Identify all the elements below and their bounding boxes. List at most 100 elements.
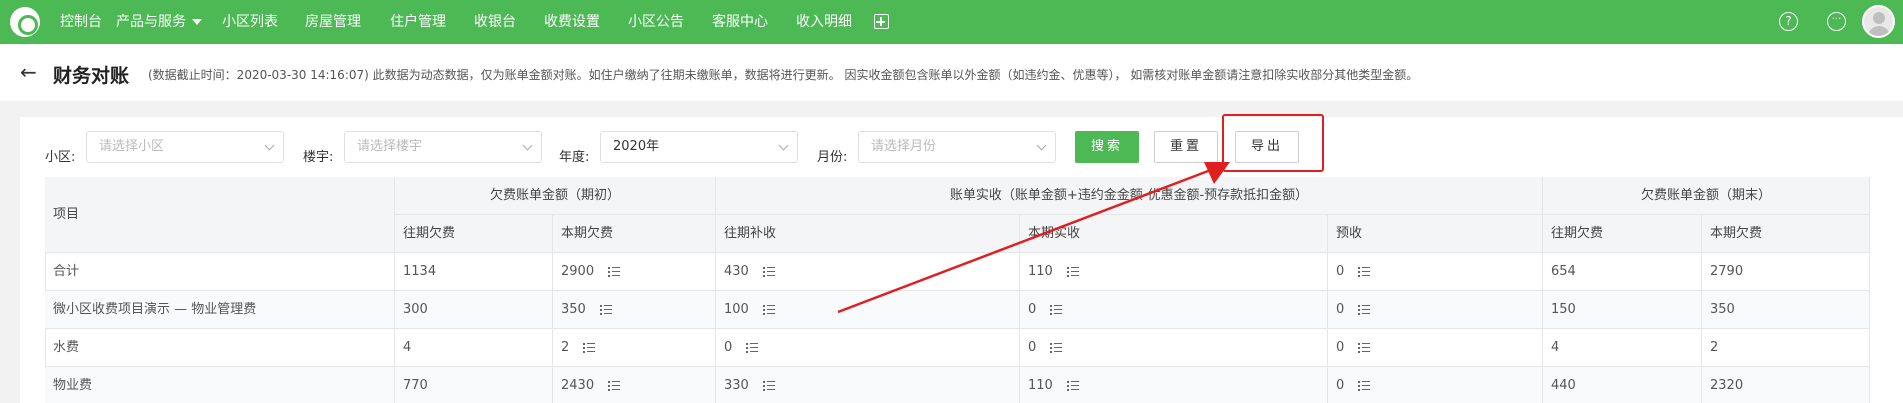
table-cell-value: 300 bbox=[403, 302, 428, 317]
list-dot bbox=[1358, 346, 1361, 349]
table-cell-value: 100 bbox=[724, 302, 749, 317]
table-cell: 440 bbox=[1543, 367, 1702, 403]
detail-list-icon[interactable] bbox=[1050, 304, 1063, 315]
table-cell: 4 bbox=[395, 329, 553, 367]
table-cell-value: 2900 bbox=[561, 264, 595, 279]
community-select-placeholder: 请选择小区 bbox=[99, 139, 165, 154]
table-cell-value: 1134 bbox=[403, 264, 437, 279]
table-cell-value: 150 bbox=[1551, 302, 1576, 317]
detail-list-icon[interactable] bbox=[599, 304, 612, 315]
table-cell-value: 350 bbox=[561, 302, 586, 317]
detail-list-icon[interactable] bbox=[583, 342, 596, 353]
app-logo-icon[interactable] bbox=[10, 7, 40, 37]
list-line bbox=[1070, 266, 1079, 269]
chevron-down-icon bbox=[778, 140, 789, 151]
table-cell: 770 bbox=[395, 367, 553, 403]
detail-list-icon[interactable] bbox=[1358, 266, 1371, 277]
table-cell-value: 2 bbox=[1710, 340, 1719, 355]
table-cell-value: 2 bbox=[561, 340, 570, 355]
community-select[interactable]: 请选择小区 bbox=[86, 131, 284, 163]
chat-icon[interactable]: ··· bbox=[1827, 12, 1846, 31]
list-dot bbox=[608, 388, 611, 391]
nav-community-notice[interactable]: 小区公告 bbox=[628, 0, 684, 44]
list-line bbox=[766, 270, 775, 273]
table-cell: 2320 bbox=[1702, 367, 1870, 403]
list-line bbox=[1070, 274, 1079, 277]
list-dot bbox=[762, 312, 765, 315]
table-cell-value: 0 bbox=[1028, 340, 1037, 355]
nav-cashier[interactable]: 收银台 bbox=[474, 0, 516, 44]
subheader-closing-prior-arrears: 往期欠费 bbox=[1543, 215, 1702, 253]
export-highlight-annotation bbox=[1222, 114, 1324, 172]
detail-list-icon[interactable] bbox=[762, 304, 775, 315]
year-select[interactable]: 2020年 bbox=[600, 131, 798, 163]
table-cell-value: 330 bbox=[724, 378, 749, 393]
nav-customer-service[interactable]: 客服中心 bbox=[712, 0, 768, 44]
list-line bbox=[1362, 312, 1371, 315]
table-cell: 0 bbox=[1020, 291, 1328, 329]
list-line bbox=[1362, 274, 1371, 277]
detail-list-icon[interactable] bbox=[1066, 266, 1079, 277]
list-dot bbox=[599, 312, 602, 315]
help-icon[interactable]: ? bbox=[1779, 12, 1798, 31]
group-header-received: 账单实收（账单金额+违约金金额-优惠金额-预存款抵扣金额） bbox=[716, 177, 1543, 215]
detail-list-icon[interactable] bbox=[746, 342, 759, 353]
subheader-prior-arrears: 往期欠费 bbox=[395, 215, 553, 253]
list-dot bbox=[1050, 304, 1053, 307]
year-select-value: 2020年 bbox=[613, 139, 660, 154]
nav-dashboard[interactable]: 控制台 bbox=[60, 0, 102, 44]
nav-resident-management[interactable]: 住户管理 bbox=[390, 0, 446, 44]
list-dot bbox=[1358, 308, 1361, 311]
table-row-name: 水费 bbox=[45, 329, 395, 367]
list-dot bbox=[746, 342, 749, 345]
chevron-down-icon bbox=[264, 140, 275, 151]
detail-list-icon[interactable] bbox=[762, 266, 775, 277]
table-cell-value: 110 bbox=[1028, 378, 1053, 393]
list-line bbox=[1362, 266, 1371, 269]
nav-house-management[interactable]: 房屋管理 bbox=[305, 0, 361, 44]
list-dot bbox=[608, 380, 611, 383]
list-line bbox=[603, 312, 612, 315]
table-cell-value: 0 bbox=[1336, 302, 1345, 317]
nav-fee-settings[interactable]: 收费设置 bbox=[544, 0, 600, 44]
back-arrow-icon[interactable]: ← bbox=[20, 62, 37, 82]
detail-list-icon[interactable] bbox=[1358, 304, 1371, 315]
table-cell: 0 bbox=[716, 329, 1020, 367]
user-avatar[interactable] bbox=[1862, 5, 1895, 38]
caret-down-icon bbox=[192, 19, 202, 25]
table-cell-value: 430 bbox=[724, 264, 749, 279]
table-cell: 350 bbox=[553, 291, 716, 329]
detail-list-icon[interactable] bbox=[1358, 380, 1371, 391]
detail-list-icon[interactable] bbox=[608, 380, 621, 391]
list-dot bbox=[1358, 266, 1361, 269]
list-dot bbox=[1050, 342, 1053, 345]
page-title: 财务对账 bbox=[53, 65, 130, 87]
subheader-current-received: 本期实收 bbox=[1020, 215, 1328, 253]
month-select[interactable]: 请选择月份 bbox=[858, 131, 1056, 163]
table-cell: 100 bbox=[716, 291, 1020, 329]
detail-list-icon[interactable] bbox=[762, 380, 775, 391]
top-nav-bar: 控制台 产品与服务 小区列表 房屋管理 住户管理 收银台 收费设置 小区公告 客… bbox=[0, 0, 1903, 44]
search-button[interactable]: 搜索 bbox=[1075, 131, 1139, 163]
table-row-name: 物业费 bbox=[45, 367, 395, 403]
detail-list-icon[interactable] bbox=[1358, 342, 1371, 353]
list-dot bbox=[1358, 270, 1361, 273]
table-cell-value: 0 bbox=[1028, 302, 1037, 317]
nav-income-details[interactable]: 收入明细 bbox=[796, 0, 852, 44]
nav-products-services[interactable]: 产品与服务 bbox=[116, 0, 202, 44]
list-line bbox=[1070, 388, 1079, 391]
nav-community-list[interactable]: 小区列表 bbox=[222, 0, 278, 44]
building-select-placeholder: 请选择楼宇 bbox=[357, 139, 423, 154]
add-tab-icon[interactable] bbox=[874, 14, 889, 29]
detail-list-icon[interactable] bbox=[1050, 342, 1063, 353]
list-line bbox=[766, 312, 775, 315]
detail-list-icon[interactable] bbox=[608, 266, 621, 277]
table-cell: 0 bbox=[1328, 253, 1543, 291]
building-select[interactable]: 请选择楼宇 bbox=[344, 131, 542, 163]
reset-button[interactable]: 重置 bbox=[1154, 131, 1218, 163]
list-line bbox=[587, 342, 596, 345]
list-dot bbox=[583, 346, 586, 349]
detail-list-icon[interactable] bbox=[1066, 380, 1079, 391]
list-dot bbox=[583, 350, 586, 353]
list-line bbox=[766, 304, 775, 307]
